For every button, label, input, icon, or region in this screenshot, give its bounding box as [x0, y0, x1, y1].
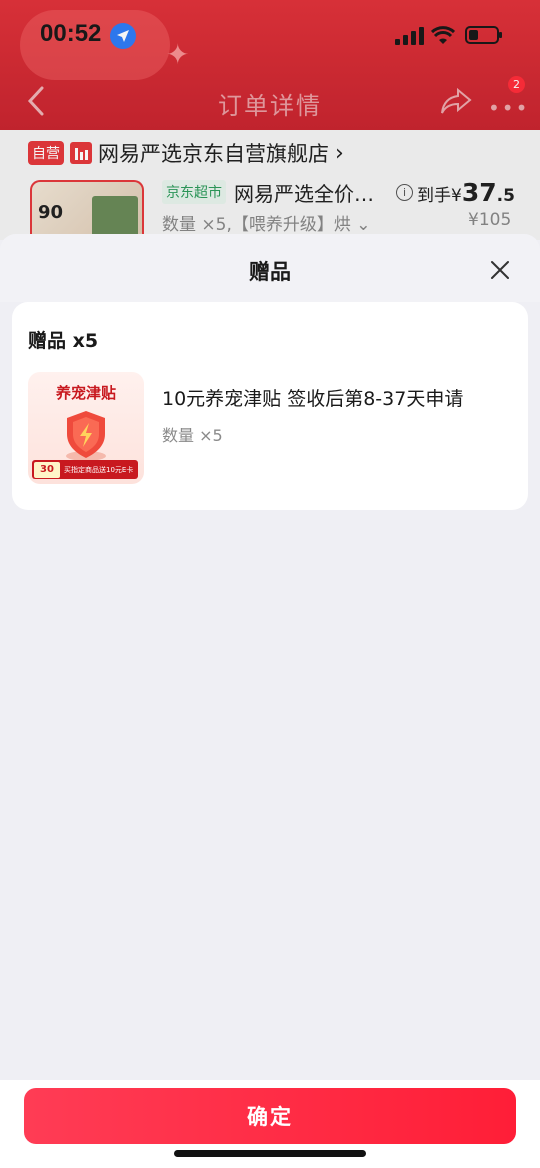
confirm-button[interactable]: 确定 [24, 1088, 516, 1144]
gift-quantity: 数量 ×5 [162, 426, 223, 445]
gift-section-title: 赠品 x5 [28, 330, 99, 352]
sheet-header: 赠品 [0, 234, 540, 302]
gift-thumbnail[interactable]: 养宠津贴 30 买指定商品送10元E卡 [28, 372, 144, 484]
sheet-title: 赠品 [249, 260, 291, 284]
gift-thumbnail-title: 养宠津贴 [55, 384, 116, 402]
gift-card: 赠品 x5 养宠津贴 30 买指定商品送10元E卡 10元养宠津贴 签收后第8-… [12, 302, 528, 510]
gift-name: 10元养宠津贴 签收后第8-37天申请 [162, 388, 464, 410]
shield-icon [66, 411, 106, 461]
gift-sheet: 赠品 赠品 x5 养宠津贴 30 买指定商品送10元E卡 10元养宠津贴 签收后… [0, 234, 540, 1168]
home-indicator[interactable] [174, 1150, 366, 1157]
dim-overlay[interactable] [0, 0, 540, 240]
gift-thumbnail-band-text: 买指定商品送10元E卡 [64, 466, 134, 474]
gift-thumbnail-badge: 30 [34, 462, 60, 478]
close-icon[interactable] [486, 256, 514, 284]
